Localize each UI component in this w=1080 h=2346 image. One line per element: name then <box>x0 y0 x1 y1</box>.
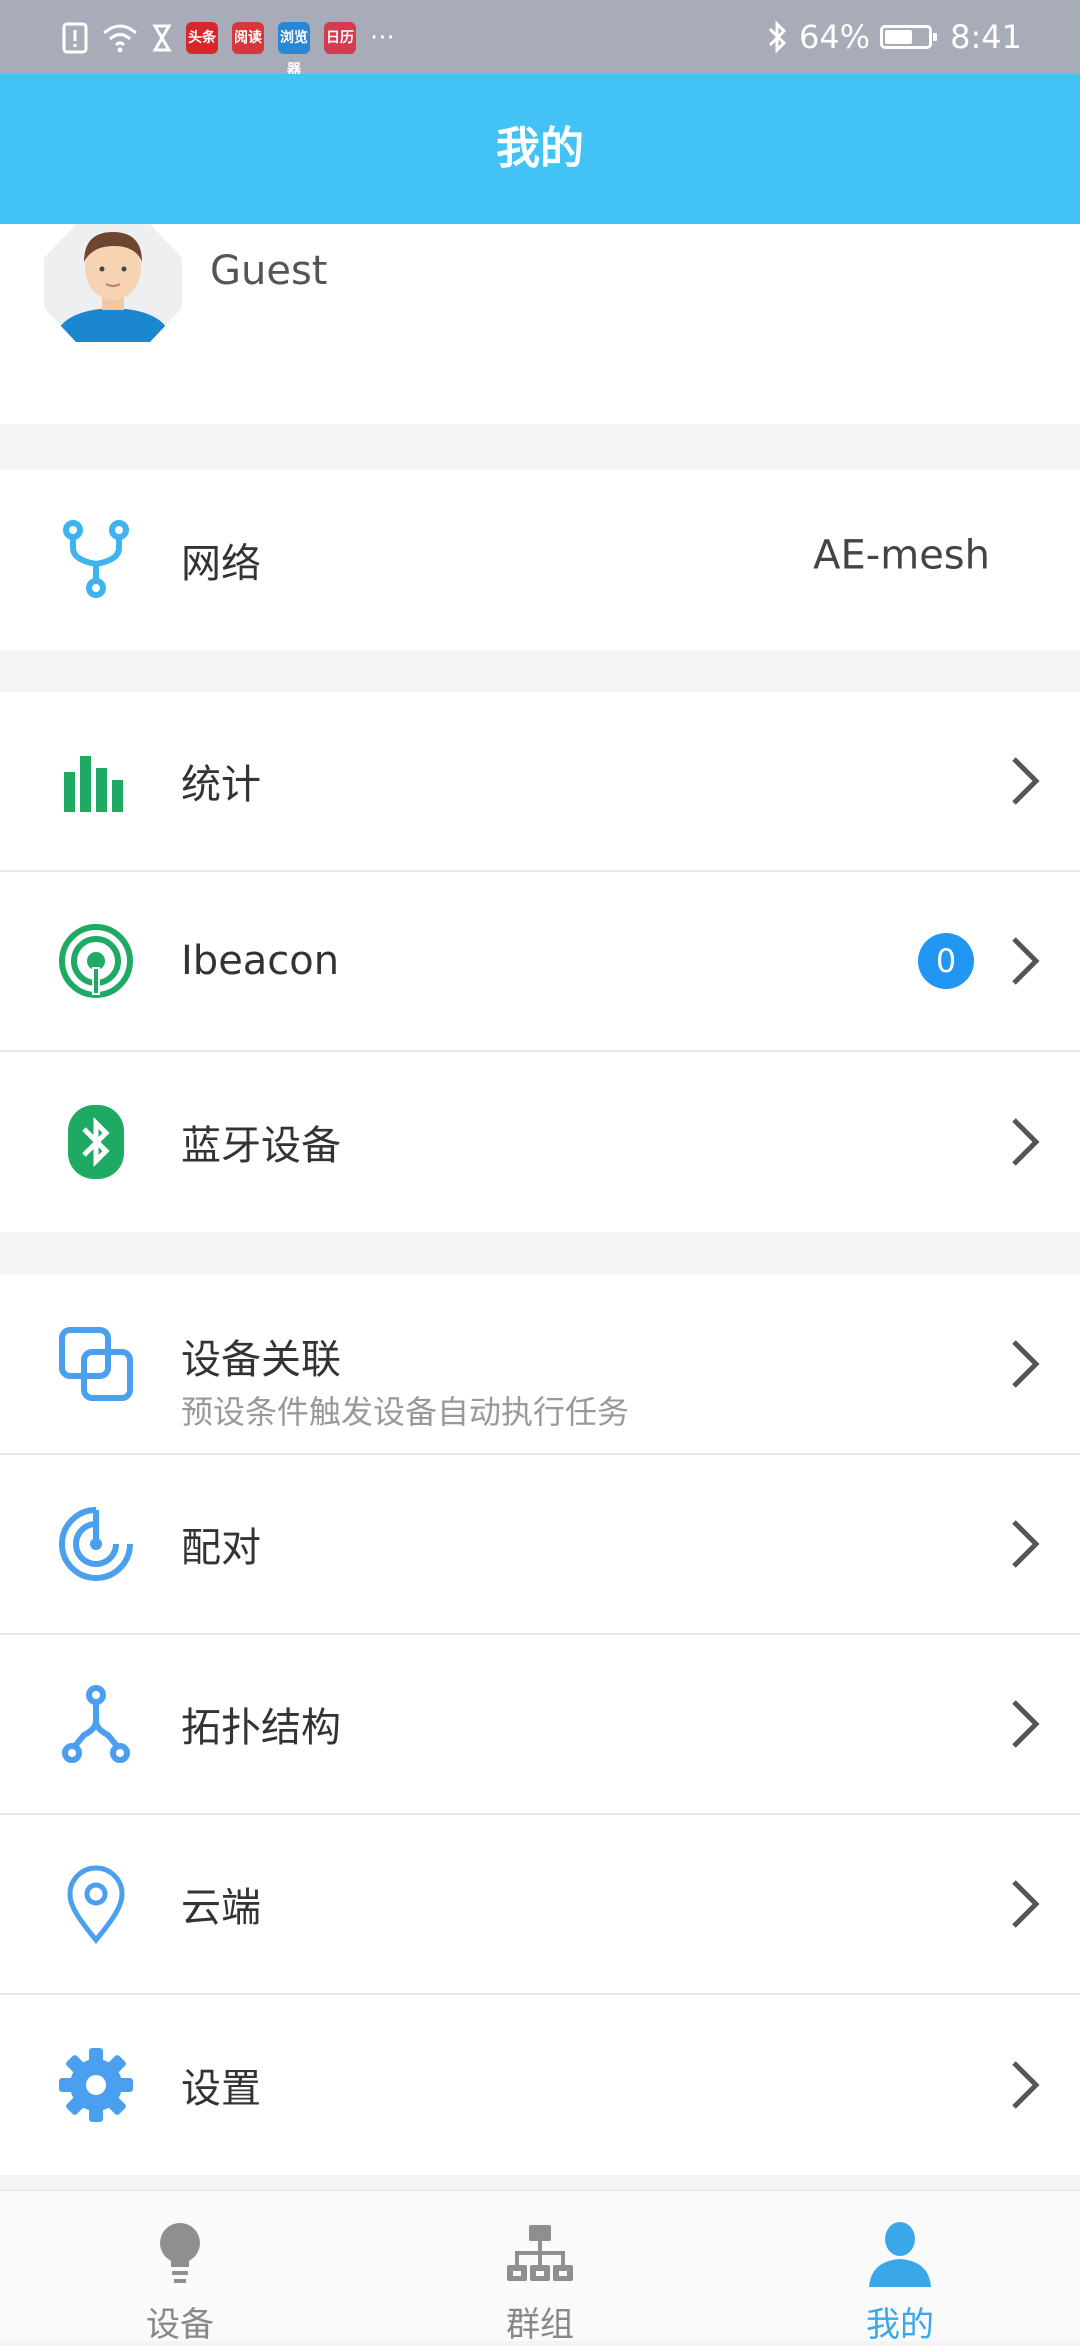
menu-item-statistics[interactable]: 统计 <box>0 692 1080 872</box>
menu-section-2: 设备关联 预设条件触发设备自动执行任务 配对 拓扑结构 云端 设置 <box>0 1275 1080 2175</box>
radar-icon <box>56 1504 136 1584</box>
menu-item-label: 设置 <box>181 2066 261 2112</box>
gear-icon <box>56 2045 136 2125</box>
chevron-right-icon <box>1012 937 1040 985</box>
status-icons-right: 64% 8:41 <box>767 14 1022 60</box>
page-title: 我的 <box>496 123 584 174</box>
network-label: 网络 <box>181 541 261 587</box>
network-value: AE-mesh <box>813 532 990 579</box>
chevron-right-icon <box>1012 1700 1040 1748</box>
tab-label: 群组 <box>506 2305 574 2345</box>
menu-item-label: Ibeacon <box>181 938 340 984</box>
tab-label: 我的 <box>866 2305 934 2345</box>
hierarchy-icon <box>507 2225 573 2281</box>
tab-devices[interactable]: 设备 <box>0 2191 360 2345</box>
battery-fill <box>885 30 913 44</box>
person-icon <box>869 2222 931 2287</box>
chevron-right-icon <box>1012 1340 1040 1388</box>
menu-item-label: 配对 <box>181 1525 261 1571</box>
profile-card[interactable]: Guest <box>0 224 1080 424</box>
bulb-icon <box>160 2223 200 2283</box>
battery-icon <box>880 25 938 49</box>
network-section: 网络 AE-mesh <box>0 470 1080 650</box>
network-row[interactable]: 网络 AE-mesh <box>0 470 1080 650</box>
menu-item-label: 蓝牙设备 <box>181 1123 341 1169</box>
profile-name: Guest <box>210 248 328 294</box>
tab-groups[interactable]: 群组 <box>360 2191 720 2345</box>
more-notifications: ··· <box>370 23 395 53</box>
chevron-right-icon <box>1012 757 1040 805</box>
menu-item-device-link[interactable]: 设备关联 预设条件触发设备自动执行任务 <box>0 1275 1080 1455</box>
menu-item-pairing[interactable]: 配对 <box>0 1455 1080 1635</box>
tab-mine[interactable]: 我的 <box>720 2191 1080 2345</box>
menu-item-subtitle: 预设条件触发设备自动执行任务 <box>181 1393 630 1431</box>
chevron-right-icon <box>1012 2061 1040 2109</box>
network-icon <box>56 520 136 600</box>
title-bar: 我的 <box>0 74 1080 224</box>
battery-percent: 64% <box>799 18 871 56</box>
menu-item-label: 统计 <box>181 762 261 808</box>
ibeacon-count-badge: 0 <box>918 933 974 989</box>
tab-label: 设备 <box>146 2305 214 2345</box>
menu-item-label: 云端 <box>181 1885 261 1931</box>
clock: 8:41 <box>950 18 1022 56</box>
overlap-squares-icon <box>56 1324 136 1404</box>
chevron-right-icon <box>1012 1520 1040 1568</box>
chevron-right-icon <box>1012 1880 1040 1928</box>
bar-chart-icon <box>56 741 136 821</box>
menu-item-label: 拓扑结构 <box>181 1705 341 1751</box>
wifi-icon <box>103 24 137 53</box>
calendar-app-icon: 日历 <box>324 22 356 54</box>
bluetooth-status-icon <box>768 20 787 54</box>
status-icons-left: 头条 阅读 浏览器 日历 ··· <box>62 20 395 78</box>
menu-item-settings[interactable]: 设置 <box>0 1995 1080 2175</box>
browser-app-icon: 浏览器 <box>278 22 310 78</box>
reader-app-icon: 阅读 <box>232 22 264 54</box>
avatar[interactable] <box>44 224 182 342</box>
hourglass-icon <box>152 24 172 52</box>
topology-icon <box>56 1684 136 1764</box>
menu-item-ibeacon[interactable]: Ibeacon 0 <box>0 872 1080 1052</box>
status-bar: 头条 阅读 浏览器 日历 ··· 64% 8:41 <box>0 0 1080 78</box>
menu-item-bluetooth-devices[interactable]: 蓝牙设备 <box>0 1052 1080 1232</box>
menu-section-1: 统计 Ibeacon 0 蓝牙设备 <box>0 692 1080 1232</box>
alert-icon <box>62 22 88 54</box>
bluetooth-icon <box>56 1102 136 1182</box>
menu-item-label: 设备关联 <box>181 1337 341 1383</box>
chevron-right-icon <box>1012 1118 1040 1166</box>
bottom-nav: 设备 群组 我的 <box>0 2190 1080 2345</box>
menu-item-topology[interactable]: 拓扑结构 <box>0 1635 1080 1815</box>
menu-item-cloud[interactable]: 云端 <box>0 1815 1080 1995</box>
toutiao-app-icon: 头条 <box>186 22 218 54</box>
location-pin-icon <box>56 1864 136 1944</box>
beacon-icon <box>56 921 136 1001</box>
